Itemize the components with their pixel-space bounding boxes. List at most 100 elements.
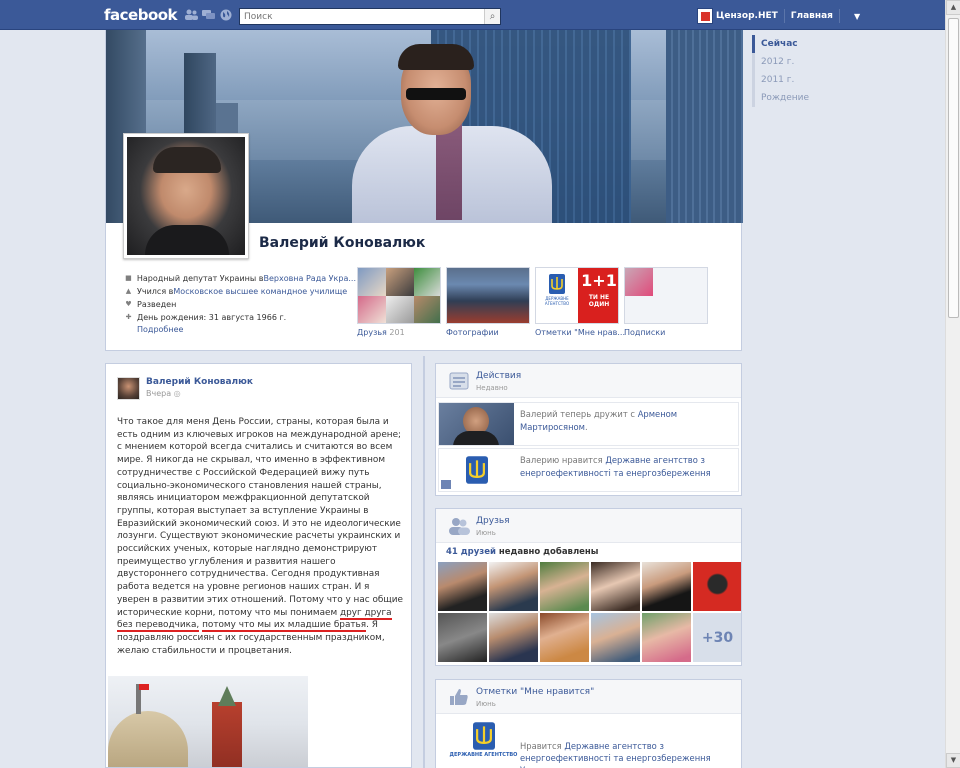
friend-photo[interactable] [438, 613, 487, 662]
tile-label-likes[interactable]: Отметки "Мне нрав... [535, 328, 625, 337]
friend-photo[interactable] [489, 613, 538, 662]
gift-icon: ✚ [125, 313, 132, 321]
divider [783, 9, 785, 23]
graduation-cap-icon: ▲ [125, 287, 132, 295]
tile-label-subscriptions[interactable]: Подписки [624, 328, 665, 337]
more-friends-button[interactable]: +30 [693, 613, 741, 662]
messages-icon[interactable] [202, 9, 215, 21]
friend-photo[interactable] [693, 562, 741, 611]
info-link[interactable]: Верховна Рада Укра... [263, 274, 356, 283]
page-scrollbar[interactable]: ▲ ▼ [945, 0, 960, 768]
agency-logo-text: ДЕРЖАВНЕ АГЕНТСТВО [449, 752, 518, 758]
page-icon [441, 480, 451, 489]
activity-list-icon [448, 372, 470, 392]
post-image-kremlin[interactable] [108, 676, 308, 767]
friends-title[interactable]: Друзья [476, 516, 510, 526]
post-timestamp[interactable]: Вчера ◎ [146, 389, 181, 398]
search-input[interactable] [240, 9, 480, 24]
info-link[interactable]: Московское высшее командное училище [173, 287, 347, 296]
friends-icon [448, 517, 470, 537]
notifications-globe-icon[interactable] [219, 9, 232, 21]
friend-photo[interactable] [591, 613, 640, 662]
friends-count-link[interactable]: 41 друзей [446, 547, 496, 557]
activity-text: Валерию нравится Державне агентство з ен… [520, 455, 711, 478]
timeline-spine [423, 356, 425, 768]
profile-photo-image [127, 137, 245, 255]
info-text: Разведен [137, 299, 177, 309]
scroll-up-arrow-icon[interactable]: ▲ [946, 0, 960, 15]
activity-text: Валерий теперь дружит с Арменом Мартирос… [520, 409, 678, 432]
search-icon[interactable]: ⌕ [484, 9, 500, 24]
tile-label-friends[interactable]: Друзья 201 [357, 328, 405, 337]
ukraine-trident-icon: ДЕРЖАВНЕ АГЕНТСТВО [536, 268, 578, 323]
glass-tower [666, 30, 743, 223]
activity-row-friendship[interactable]: Валерий теперь дружит с Арменом Мартирос… [438, 402, 739, 446]
timeline-nav-2012[interactable]: 2012 г. [755, 53, 842, 71]
likes-text: Нравится Державне агентство з енергоефек… [520, 740, 734, 768]
tv-channel-logo: 1+1 ТИ НЕ ОДИН [578, 268, 618, 323]
scroll-down-arrow-icon[interactable]: ▼ [946, 753, 960, 768]
info-text: День рождения: 31 августа 1966 г. [137, 312, 287, 322]
chevron-down-icon[interactable]: ▼ [854, 12, 860, 21]
agency-logo[interactable]: ДЕРЖАВНЕ АГЕНТСТВО [446, 722, 521, 762]
ukraine-trident-icon [465, 456, 488, 484]
likes-header: Отметки "Мне нравится" Июнь [436, 680, 741, 714]
search-box[interactable]: ⌕ [239, 8, 501, 25]
info-text: Учился в [137, 286, 174, 296]
activity-subtitle: Недавно [476, 384, 508, 392]
timeline-nav-2011[interactable]: 2011 г. [755, 71, 842, 89]
likes-title[interactable]: Отметки "Мне нравится" [476, 687, 594, 697]
info-row-birthday: ✚ День рождения: 31 августа 1966 г. [124, 311, 356, 323]
friend-photo[interactable] [540, 613, 589, 662]
divider [838, 9, 840, 23]
friend-photo[interactable] [642, 613, 691, 662]
info-row-work: ■ Народный депутат Украины в Верховна Ра… [124, 272, 356, 284]
top-bar: facebook ⌕ Цензор.НЕТ Главная ▼ [0, 0, 945, 30]
post-body: Что такое для меня День России, страны, … [117, 417, 403, 656]
activity-thumb[interactable] [439, 449, 514, 491]
tile-photos[interactable] [446, 267, 530, 324]
user-menu[interactable]: Цензор.НЕТ Главная ▼ [697, 7, 860, 25]
cover-person-tie [436, 120, 462, 220]
activity-header: Действия Недавно [436, 364, 741, 398]
profile-info-list: ■ Народный депутат Украины в Верховна Ра… [124, 272, 356, 324]
more-info-link[interactable]: Подробнее [137, 325, 183, 334]
friends-header: Друзья Июнь [436, 509, 741, 543]
tile-subscriptions[interactable] [624, 267, 708, 324]
user-name-link[interactable]: Цензор.НЕТ [716, 11, 778, 21]
friend-photo[interactable] [591, 562, 640, 611]
friend-photo[interactable] [540, 562, 589, 611]
thumbs-up-icon [448, 688, 470, 708]
post-author-name[interactable]: Валерий Коновалюк [146, 377, 253, 387]
friend-photo[interactable] [438, 562, 487, 611]
activity-thumb[interactable] [439, 403, 514, 445]
cover-person-hair [398, 44, 474, 70]
friend-requests-icon[interactable] [185, 9, 198, 21]
tile-label-photos[interactable]: Фотографии [446, 328, 499, 337]
profile-name[interactable]: Валерий Коновалюк [259, 235, 425, 251]
info-text: Народный депутат Украины в [136, 273, 264, 283]
activity-title[interactable]: Действия [476, 371, 521, 381]
friend-photo[interactable] [489, 562, 538, 611]
home-link[interactable]: Главная [791, 11, 833, 21]
user-avatar[interactable] [697, 8, 713, 24]
heart-icon: ♥ [125, 300, 132, 308]
facebook-logo[interactable]: facebook [104, 6, 178, 24]
activity-row-like[interactable]: Валерию нравится Державне агентство з ен… [438, 448, 739, 492]
likes-box: Отметки "Мне нравится" Июнь ДЕРЖАВНЕ АГЕ… [435, 679, 742, 768]
underlined-phrase: потому что мы их младшие братья [202, 620, 367, 633]
scrollbar-thumb[interactable] [948, 18, 959, 318]
timeline-post: Валерий Коновалюк Вчера ◎ Что такое для … [105, 363, 412, 768]
timeline-nav-now[interactable]: Сейчас [752, 35, 842, 53]
timeline-year-nav: Сейчас 2012 г. 2011 г. Рождение [752, 35, 842, 107]
post-author-avatar[interactable] [117, 377, 140, 400]
tile-friends[interactable] [357, 267, 441, 324]
likes-subtitle: Июнь [476, 700, 496, 708]
timeline-nav-birth[interactable]: Рождение [755, 89, 842, 107]
profile-picture[interactable] [123, 133, 249, 259]
friend-photo[interactable] [642, 562, 691, 611]
friends-subtitle: Июнь [476, 529, 496, 537]
friends-photo-grid: +30 [438, 562, 741, 662]
tile-likes[interactable]: ДЕРЖАВНЕ АГЕНТСТВО 1+1 ТИ НЕ ОДИН [535, 267, 619, 324]
activity-box: Действия Недавно Валерий теперь дружит с… [435, 363, 742, 496]
